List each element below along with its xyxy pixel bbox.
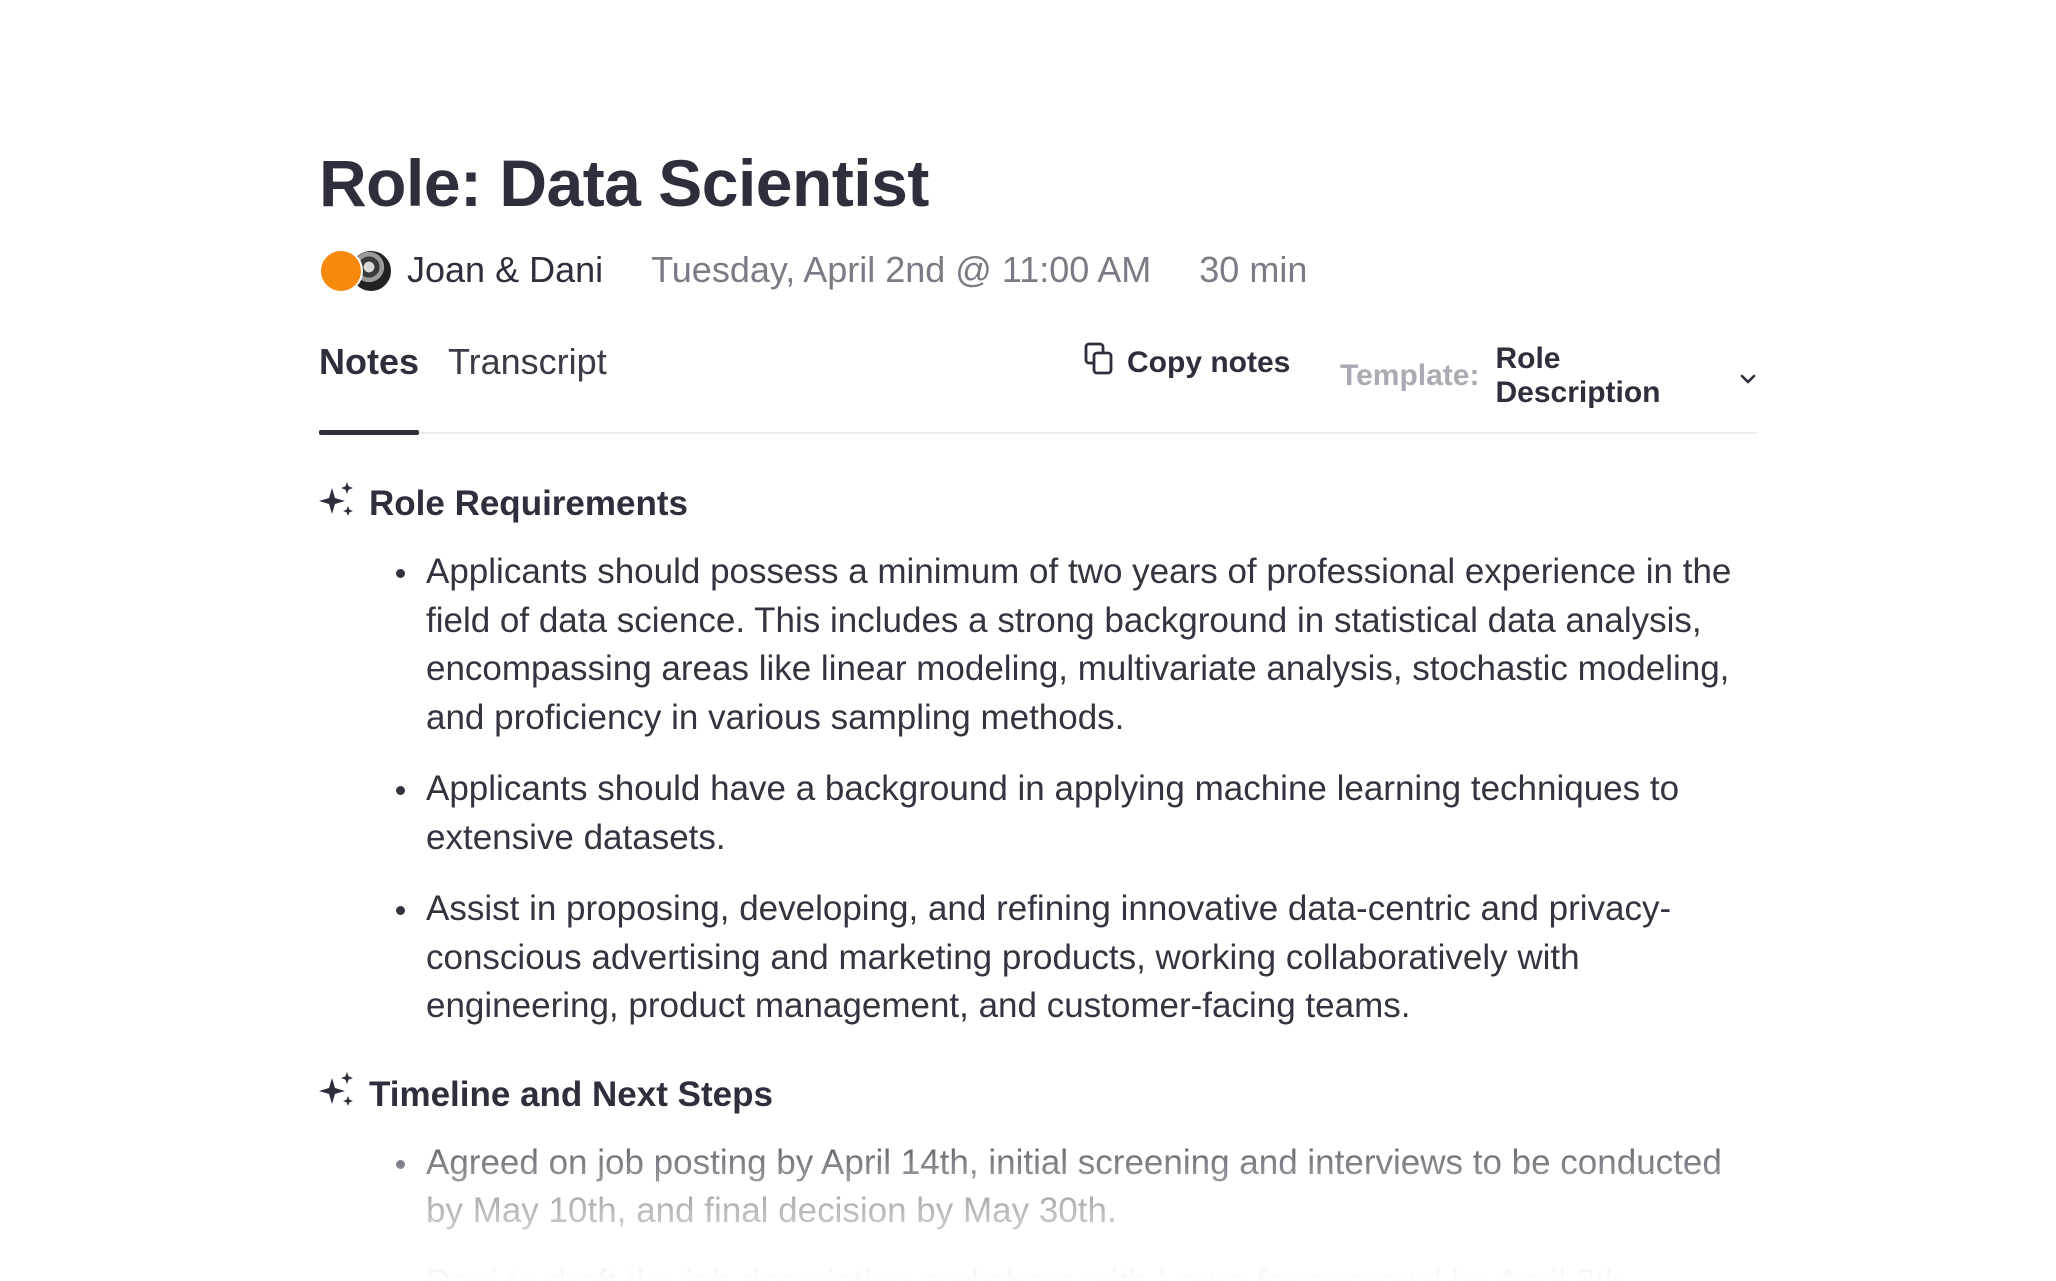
section-heading: Timeline and Next Steps: [319, 1072, 1757, 1117]
section-heading-label: Timeline and Next Steps: [369, 1074, 773, 1114]
section-timeline-next-steps: Timeline and Next Steps Agreed on job po…: [319, 1072, 1757, 1281]
list-item: Agreed on job posting by April 14th, ini…: [396, 1139, 1757, 1236]
section-heading-label: Role Requirements: [369, 484, 688, 523]
template-picker: Template: Role Description: [1340, 342, 1757, 410]
template-label: Template:: [1340, 359, 1480, 392]
template-select[interactable]: Role Description: [1495, 342, 1757, 410]
participant-avatars: [319, 249, 393, 293]
copy-notes-label: Copy notes: [1127, 346, 1291, 379]
tab-notes[interactable]: Notes: [319, 340, 419, 384]
list-item: Dani to draft the job description and sh…: [396, 1259, 1757, 1281]
avatar-joan: [319, 249, 363, 293]
template-value: Role Description: [1495, 342, 1661, 409]
bullet-list: Applicants should possess a minimum of t…: [319, 548, 1757, 1031]
list-item: Applicants should have a background in a…: [396, 765, 1757, 862]
active-tab-indicator: [319, 430, 419, 435]
page-title: Role: Data Scientist: [319, 146, 929, 220]
list-item: Applicants should possess a minimum of t…: [396, 548, 1757, 742]
copy-notes-button[interactable]: Copy notes: [1083, 342, 1290, 384]
copy-icon: [1083, 342, 1127, 384]
meeting-duration: 30 min: [1199, 249, 1308, 290]
section-heading: Role Requirements: [319, 481, 1757, 527]
bullet-list: Agreed on job posting by April 14th, ini…: [319, 1139, 1757, 1281]
meeting-datetime: Tuesday, April 2nd @ 11:00 AM: [651, 249, 1152, 290]
tab-bar: Notes Transcript Copy notes Template: Ro…: [319, 340, 1757, 435]
section-role-requirements: Role Requirements Applicants should poss…: [319, 481, 1757, 1031]
sparkle-icon: [319, 481, 369, 527]
participants-label: Joan & Dani: [407, 249, 604, 290]
sparkle-icon: [319, 1072, 369, 1117]
list-item: Assist in proposing, developing, and ref…: [396, 885, 1757, 1031]
note-content: Role: Data Scientist Joan & Dani Tuesday…: [319, 138, 1757, 1281]
notes-page: Role: Data Scientist Joan & Dani Tuesday…: [0, 0, 2056, 1281]
chevron-down-icon: [1731, 359, 1757, 393]
meeting-meta: Joan & Dani Tuesday, April 2nd @ 11:00 A…: [319, 242, 1757, 298]
tab-transcript[interactable]: Transcript: [448, 340, 607, 384]
